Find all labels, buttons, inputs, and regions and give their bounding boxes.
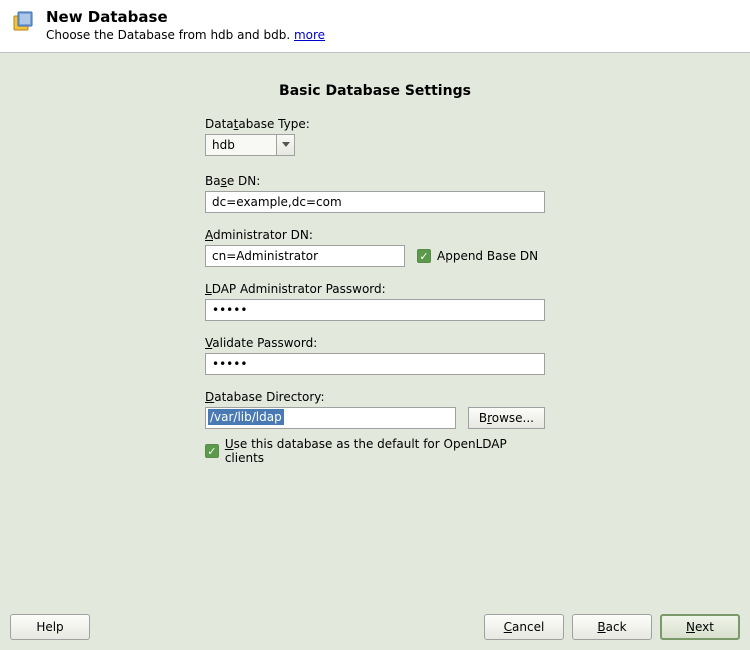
more-link[interactable]: more [294,28,325,42]
back-button[interactable]: Back [572,614,652,640]
browse-button[interactable]: Browse... [468,407,545,429]
ldap-password-row: LDAP Administrator Password: [205,282,545,321]
footer-bar: Help Cancel Back Next [0,604,750,650]
admin-dn-input[interactable] [205,245,405,267]
help-button[interactable]: Help [10,614,90,640]
admin-dn-row: Administrator DN: ✓ Append Base DN [205,228,545,267]
validate-password-label: Validate Password: [205,336,545,350]
db-directory-label: Database Directory: [205,390,545,404]
db-type-select[interactable]: hdb [205,134,295,156]
content-area: Basic Database Settings Datatabase Type:… [0,53,750,480]
ldap-password-input[interactable] [205,299,545,321]
checkbox-icon: ✓ [417,249,431,263]
db-type-label: Datatabase Type: [205,117,545,131]
cancel-button[interactable]: Cancel [484,614,564,640]
base-dn-row: Base DN: [205,174,545,213]
page-title: New Database [46,8,738,26]
append-base-dn-checkbox[interactable]: ✓ Append Base DN [417,249,538,263]
section-title: Basic Database Settings [279,83,471,99]
admin-dn-label: Administrator DN: [205,228,545,242]
checkbox-icon: ✓ [205,444,219,458]
validate-password-input[interactable] [205,353,545,375]
db-directory-row: Database Directory: /var/lib/ldap Browse… [205,390,545,465]
header-bar: New Database Choose the Database from hd… [0,0,750,53]
db-type-value: hdb [212,138,235,152]
wizard-icon [12,10,36,34]
chevron-down-icon [276,135,294,155]
base-dn-input[interactable] [205,191,545,213]
append-base-dn-label: Append Base DN [437,249,538,263]
db-type-row: Datatabase Type: hdb [205,117,545,159]
db-directory-input[interactable]: /var/lib/ldap [205,407,456,429]
next-button[interactable]: Next [660,614,740,640]
header-text: New Database Choose the Database from hd… [46,8,738,42]
base-dn-label: Base DN: [205,174,545,188]
page-subtitle: Choose the Database from hdb and bdb. mo… [46,28,738,42]
form-area: Datatabase Type: hdb Base DN: Administra… [205,117,545,480]
ldap-password-label: LDAP Administrator Password: [205,282,545,296]
use-default-label: Use this database as the default for Ope… [225,437,545,465]
validate-password-row: Validate Password: [205,336,545,375]
use-default-checkbox[interactable]: ✓ Use this database as the default for O… [205,437,545,465]
footer-right: Cancel Back Next [484,614,740,640]
